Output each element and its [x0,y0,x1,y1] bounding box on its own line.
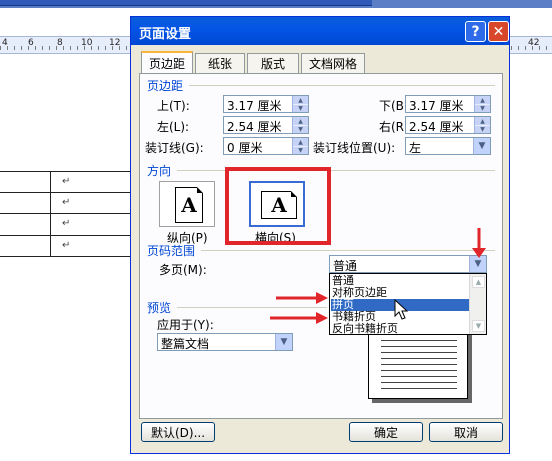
annotation-layer [270,228,486,324]
annotation-arrow-right-bottom [270,312,328,324]
mouse-cursor-icon [394,298,409,320]
annotation-arrow-down [472,228,486,258]
annotation-arrow-right-top [276,292,328,304]
